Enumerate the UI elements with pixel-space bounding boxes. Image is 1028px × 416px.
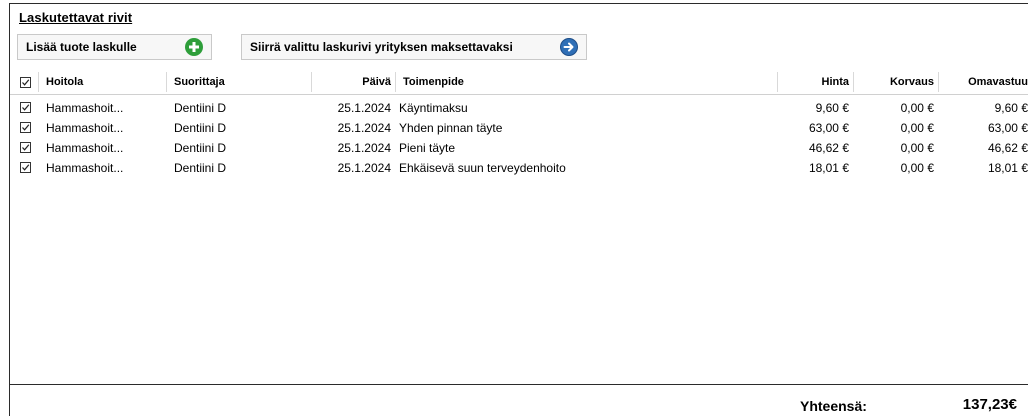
cell-omavastuu: 9,60 € (938, 98, 1028, 118)
cell-omavastuu: 46,62 € (938, 138, 1028, 158)
cell-suorittaja: Dentiini D (174, 138, 226, 158)
section-title: Laskutettavat rivit (19, 10, 132, 25)
cell-hoitola: Hammashoit... (46, 138, 123, 158)
cell-hoitola: Hammashoit... (46, 98, 123, 118)
cell-paiva: 25.1.2024 (311, 118, 391, 138)
table-row[interactable]: Hammashoit... Dentiini D 25.1.2024 Ehkäi… (10, 158, 1028, 178)
cell-paiva: 25.1.2024 (311, 98, 391, 118)
cell-suorittaja: Dentiini D (174, 98, 226, 118)
arrow-right-circle-icon (560, 38, 578, 56)
cell-paiva: 25.1.2024 (311, 158, 391, 178)
column-toimenpide[interactable]: Toimenpide (403, 70, 464, 94)
table-row[interactable]: Hammashoit... Dentiini D 25.1.2024 Yhden… (10, 118, 1028, 138)
footer-divider (10, 384, 1028, 385)
column-hoitola[interactable]: Hoitola (46, 70, 83, 94)
row-checkbox[interactable] (20, 142, 31, 153)
cell-korvaus: 0,00 € (853, 118, 934, 138)
cell-korvaus: 0,00 € (853, 98, 934, 118)
cell-suorittaja: Dentiini D (174, 158, 226, 178)
column-hinta[interactable]: Hinta (777, 70, 849, 94)
select-all-checkbox[interactable] (20, 77, 31, 88)
table-header: Hoitola Suorittaja Päivä Toimenpide Hint… (10, 70, 1028, 95)
column-paiva[interactable]: Päivä (311, 70, 391, 94)
row-checkbox[interactable] (20, 162, 31, 173)
cell-suorittaja: Dentiini D (174, 118, 226, 138)
table-row[interactable]: Hammashoit... Dentiini D 25.1.2024 Pieni… (10, 138, 1028, 158)
column-omavastuu[interactable]: Omavastuu (938, 70, 1028, 94)
cell-omavastuu: 63,00 € (938, 118, 1028, 138)
cell-korvaus: 0,00 € (853, 158, 934, 178)
add-product-label: Lisää tuote laskulle (26, 40, 185, 54)
cell-hinta: 9,60 € (777, 98, 849, 118)
row-checkbox[interactable] (20, 122, 31, 133)
table-row[interactable]: Hammashoit... Dentiini D 25.1.2024 Käynt… (10, 98, 1028, 118)
plus-circle-icon (185, 38, 203, 56)
cell-toimenpide: Ehkäisevä suun terveydenhoito (399, 158, 566, 178)
cell-paiva: 25.1.2024 (311, 138, 391, 158)
column-korvaus[interactable]: Korvaus (853, 70, 934, 94)
cell-hoitola: Hammashoit... (46, 118, 123, 138)
cell-hoitola: Hammashoit... (46, 158, 123, 178)
cell-toimenpide: Käyntimaksu (399, 98, 468, 118)
move-row-to-company-button[interactable]: Siirrä valittu laskurivi yrityksen makse… (241, 34, 587, 60)
cell-korvaus: 0,00 € (853, 138, 934, 158)
cell-omavastuu: 18,01 € (938, 158, 1028, 178)
cell-hinta: 18,01 € (777, 158, 849, 178)
move-row-label: Siirrä valittu laskurivi yrityksen makse… (250, 40, 560, 54)
cell-hinta: 63,00 € (777, 118, 849, 138)
cell-toimenpide: Yhden pinnan täyte (399, 118, 502, 138)
total-value: 137,23€ (963, 396, 1017, 413)
cell-toimenpide: Pieni täyte (399, 138, 455, 158)
total-label: Yhteensä: (800, 398, 867, 414)
column-suorittaja[interactable]: Suorittaja (174, 70, 225, 94)
invoice-rows-panel (9, 3, 1028, 416)
cell-hinta: 46,62 € (777, 138, 849, 158)
add-product-button[interactable]: Lisää tuote laskulle (17, 34, 212, 60)
row-checkbox[interactable] (20, 102, 31, 113)
